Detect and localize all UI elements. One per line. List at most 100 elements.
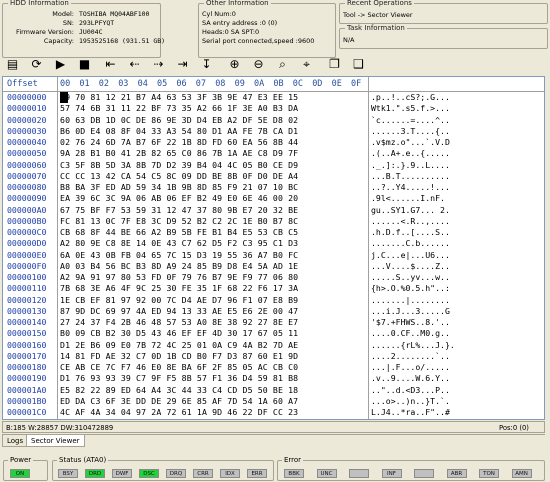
row-ascii: ._.]:.}.9..L.... [371,159,450,170]
hex-row[interactable]: 00000070 CC CC 13 42 CA 54 C5 8C 09 DD BE… [3,171,544,182]
row-ascii: .."..d.<D3...P.. [371,384,450,395]
tab-sector-viewer[interactable]: Sector Viewer [26,435,85,447]
hex-row[interactable]: 000000D0 A2 80 9E C8 8E 14 0E 43 C7 62 D5… [3,238,544,249]
add-icon[interactable]: ⊕ [226,55,243,72]
row-hex-bytes[interactable]: 02 76 24 6D 7A B7 6F 22 1B 8D FD 60 EA 5… [60,137,298,148]
on-flag: ON [10,469,30,478]
copy-icon[interactable]: ❐ [326,55,343,72]
drq-flag: DRQ [166,469,186,478]
zoom-icon[interactable]: ⌕ [274,55,291,72]
row-hex-bytes[interactable]: 57 74 6B 31 11 22 BF 73 35 A2 66 1F 3E A… [60,103,298,114]
hex-row[interactable]: 000001B0 ED DA C3 6F 3E DD DE 29 6E 85 AF… [3,396,544,407]
row-hex-bytes[interactable]: D1 76 93 93 39 C7 9F F5 8B 57 F1 36 D4 5… [60,373,298,384]
row-hex-bytes[interactable]: 9A 28 B1 B0 41 2B 82 65 C0 86 7B 1A AE C… [60,148,298,159]
last-icon[interactable]: ⇥ [174,55,191,72]
row-offset: 00000020 [7,114,47,125]
column-header: 0B [273,79,284,89]
row-hex-bytes[interactable]: 7B 68 3E A6 4F 9C 25 30 FE 35 1F 68 22 F… [60,283,298,294]
row-hex-bytes[interactable]: A0 03 B4 56 BC B3 8D A9 24 85 B9 D8 E4 5… [60,261,298,272]
offset-header: Offset [7,79,38,89]
row-hex-bytes[interactable]: EA 39 6C 3C 9A 06 AB 06 EF B2 49 E0 6E 4… [60,193,298,204]
stop-icon[interactable]: ■ [76,55,93,72]
row-hex-bytes[interactable]: ED DA C3 6F 3E DD DE 29 6E 85 AF 7D 54 1… [60,396,298,407]
hex-row[interactable]: 000001A0 E5 82 22 89 ED 64 A4 3C 44 33 C4… [3,385,544,396]
row-offset: 00000040 [7,137,47,147]
column-header: 04 [137,79,148,89]
hex-row[interactable]: 00000090 EA 39 6C 3C 9A 06 AB 06 EF B2 49… [3,193,544,204]
row-hex-bytes[interactable]: B6 0D E4 08 8F 04 33 A3 54 80 D1 AA FE 7… [60,126,298,137]
row-hex-bytes[interactable]: 6A 0E 43 0B FB 04 65 7C 15 D3 19 55 36 A… [60,250,298,261]
paste-icon[interactable]: ❑ [350,55,367,72]
row-hex-bytes[interactable]: D1 2E B6 09 E0 7B 72 4C 25 01 0A C9 4A B… [60,340,298,351]
hex-row[interactable]: 00000140 27 24 37 F4 2B 46 48 57 53 A0 8E… [3,317,544,328]
hex-row[interactable]: 00000050 9A 28 B1 B0 41 2B 82 65 C0 86 7B… [3,148,544,159]
sn-value: 293LPFYQT [79,19,115,27]
hex-row[interactable]: 00000160 D1 2E B6 09 E0 7B 72 4C 25 01 0A… [3,340,544,351]
row-offset: 00000090 [7,193,47,204]
hex-row[interactable]: 000000E0 6A 0E 43 0B FB 04 65 7C 15 D3 19… [3,250,544,261]
row-hex-bytes[interactable]: A2 9A 91 97 80 53 FD 0F 79 76 B7 9E F9 7… [60,272,298,283]
crosshair-icon[interactable]: ⌖ [298,55,315,72]
row-hex-bytes[interactable]: FC 81 13 0C 7F E8 3C D9 52 B2 C2 2C 1E B… [60,216,298,227]
hex-row[interactable]: 00000000 E9 70 81 12 21 B7 A4 63 53 3F 3B… [3,92,544,103]
hex-row[interactable]: 000001C0 4C AF 4A 34 04 97 2A 72 61 1A 9D… [3,407,544,418]
play-icon[interactable]: ▶ [52,55,69,72]
row-offset: 00000120 [7,294,47,305]
remove-icon[interactable]: ⊖ [250,55,267,72]
row-hex-bytes[interactable]: 4C AF 4A 34 04 97 2A 72 61 1A 9D 46 22 D… [60,407,298,418]
sector-viewer-hex-panel[interactable]: Offset 00 01 02 03 04 05 06 07 08 09 0A 0B 0C 0D 0E 0F … [2,76,545,420]
row-hex-bytes[interactable]: A2 80 9E C8 8E 14 0E 43 C7 62 D5 F2 C3 9… [60,238,298,249]
hex-row[interactable]: 00000120 1E CB EF 81 97 92 00 7C D4 AE D7… [3,295,544,306]
recent-operations-group: Recent Operations Tool -> Sector Viewer [339,0,548,24]
heads-sa-spt: Heads:0 SA SPT:0 [202,28,260,36]
refresh-icon[interactable]: ⟳ [28,55,45,72]
hex-row[interactable]: 00000010 57 74 6B 31 11 22 BF 73 35 A2 66… [3,103,544,114]
hex-row[interactable]: 00000100 A2 9A 91 97 80 53 FD 0F 79 76 B7… [3,272,544,283]
row-offset: 00000060 [7,159,47,170]
hex-row[interactable]: 000000C0 CB 68 8F 44 BE 66 A2 B9 5B FE B1… [3,227,544,238]
idx-flag: IDX [220,469,240,478]
row-ascii: ...V....$....Z.. [371,260,450,271]
column-header: 08 [215,79,226,89]
next-icon[interactable]: ⇢ [150,55,167,72]
hex-row[interactable]: 00000060 C3 5F 8B 5D 3A 8B 7D D2 39 B4 04… [3,160,544,171]
bottom-tabs: Logs Sector Viewer [2,434,545,447]
row-hex-bytes[interactable]: 1E CB EF 81 97 92 00 7C D4 AE D7 96 F1 0… [60,295,298,306]
row-hex-bytes[interactable]: CB 68 8F 44 BE 66 A2 B9 5B FE B1 B4 E5 5… [60,227,298,238]
row-hex-bytes[interactable]: 67 75 BF F7 53 59 31 12 47 37 80 9B E7 2… [60,205,298,216]
row-hex-bytes[interactable]: 60 63 DB 1D 0C DE 86 9E 3D D4 EB A2 DF 5… [60,115,298,126]
hex-row[interactable]: 00000180 CE AB CE 7C F7 46 E0 8E BA 6F 2F… [3,362,544,373]
hex-row[interactable]: 00000150 B0 09 CB B2 30 D5 43 46 EF EF 4D… [3,328,544,339]
column-header: 0D [312,79,323,89]
row-hex-bytes[interactable]: 27 24 37 F4 2B 46 48 57 53 A0 8E 38 92 2… [60,317,298,328]
hex-row[interactable]: 00000080 B8 BA 3F ED AD 59 34 1B 9B 8D 85… [3,182,544,193]
hex-row[interactable]: 000000F0 A0 03 B4 56 BC B3 8D A9 24 85 B9… [3,261,544,272]
open-icon[interactable]: ▤ [4,55,21,72]
hex-row[interactable]: 00000170 14 81 FD AE 32 C7 0D 1B CD B0 F7… [3,351,544,362]
hex-row[interactable]: 00000110 7B 68 3E A6 4F 9C 25 30 FE 35 1F… [3,283,544,294]
row-hex-bytes[interactable]: B8 BA 3F ED AD 59 34 1B 9B 8D 85 F9 21 0… [60,182,298,193]
row-hex-bytes[interactable]: CE AB CE 7C F7 46 E0 8E BA 6F 2F 85 05 A… [60,362,298,373]
hex-row[interactable]: 00000190 D1 76 93 93 39 C7 9F F5 8B 57 F1… [3,373,544,384]
hex-row[interactable]: 00000130 87 9D DC 69 97 4A ED 94 13 33 AE… [3,306,544,317]
row-hex-bytes[interactable]: 87 9D DC 69 97 4A ED 94 13 33 AE E5 E6 2… [60,306,298,317]
goto-icon[interactable]: ↧ [198,55,215,72]
column-header: 01 [79,79,90,89]
hex-row[interactable]: 000000A0 67 75 BF F7 53 59 31 12 47 37 80… [3,205,544,216]
hex-row[interactable]: 00000020 60 63 DB 1D 0C DE 86 9E 3D D4 EB… [3,115,544,126]
row-hex-bytes[interactable]: CC CC 13 42 CA 54 C5 8C 09 DD BE 8B 0F D… [60,171,298,182]
first-icon[interactable]: ⇤ [102,55,119,72]
tab-logs[interactable]: Logs [2,435,29,447]
hex-row[interactable]: 00000030 B6 0D E4 08 8F 04 33 A3 54 80 D1… [3,126,544,137]
hex-row[interactable]: 00000040 02 76 24 6D 7A B7 6F 22 1B 8D FD… [3,137,544,148]
row-hex-bytes[interactable]: C3 5F 8B 5D 3A 8B 7D D2 39 B4 04 4C 05 B… [60,160,298,171]
row-hex-bytes[interactable]: 14 81 FD AE 32 C7 0D 1B CD B0 F7 D3 87 6… [60,351,298,362]
row-hex-bytes[interactable]: E9 70 81 12 21 B7 A4 63 53 3F 3B 9E 47 E… [60,92,298,103]
prev-icon[interactable]: ⇠ [126,55,143,72]
row-hex-bytes[interactable]: E5 82 22 89 ED 64 A4 3C 44 33 C4 CD D5 5… [60,385,298,396]
hex-row[interactable]: 000000B0 FC 81 13 0C 7F E8 3C D9 52 B2 C2… [3,216,544,227]
row-ascii: `c......=....^.. [371,114,450,125]
block-word-status: B:185 W:28857 DW:310472889 [6,424,114,432]
row-hex-bytes[interactable]: B0 09 CB B2 30 D5 43 46 EF EF 4D 30 17 6… [60,328,298,339]
row-ascii: gu..SY1.G7... 2. [371,204,450,215]
